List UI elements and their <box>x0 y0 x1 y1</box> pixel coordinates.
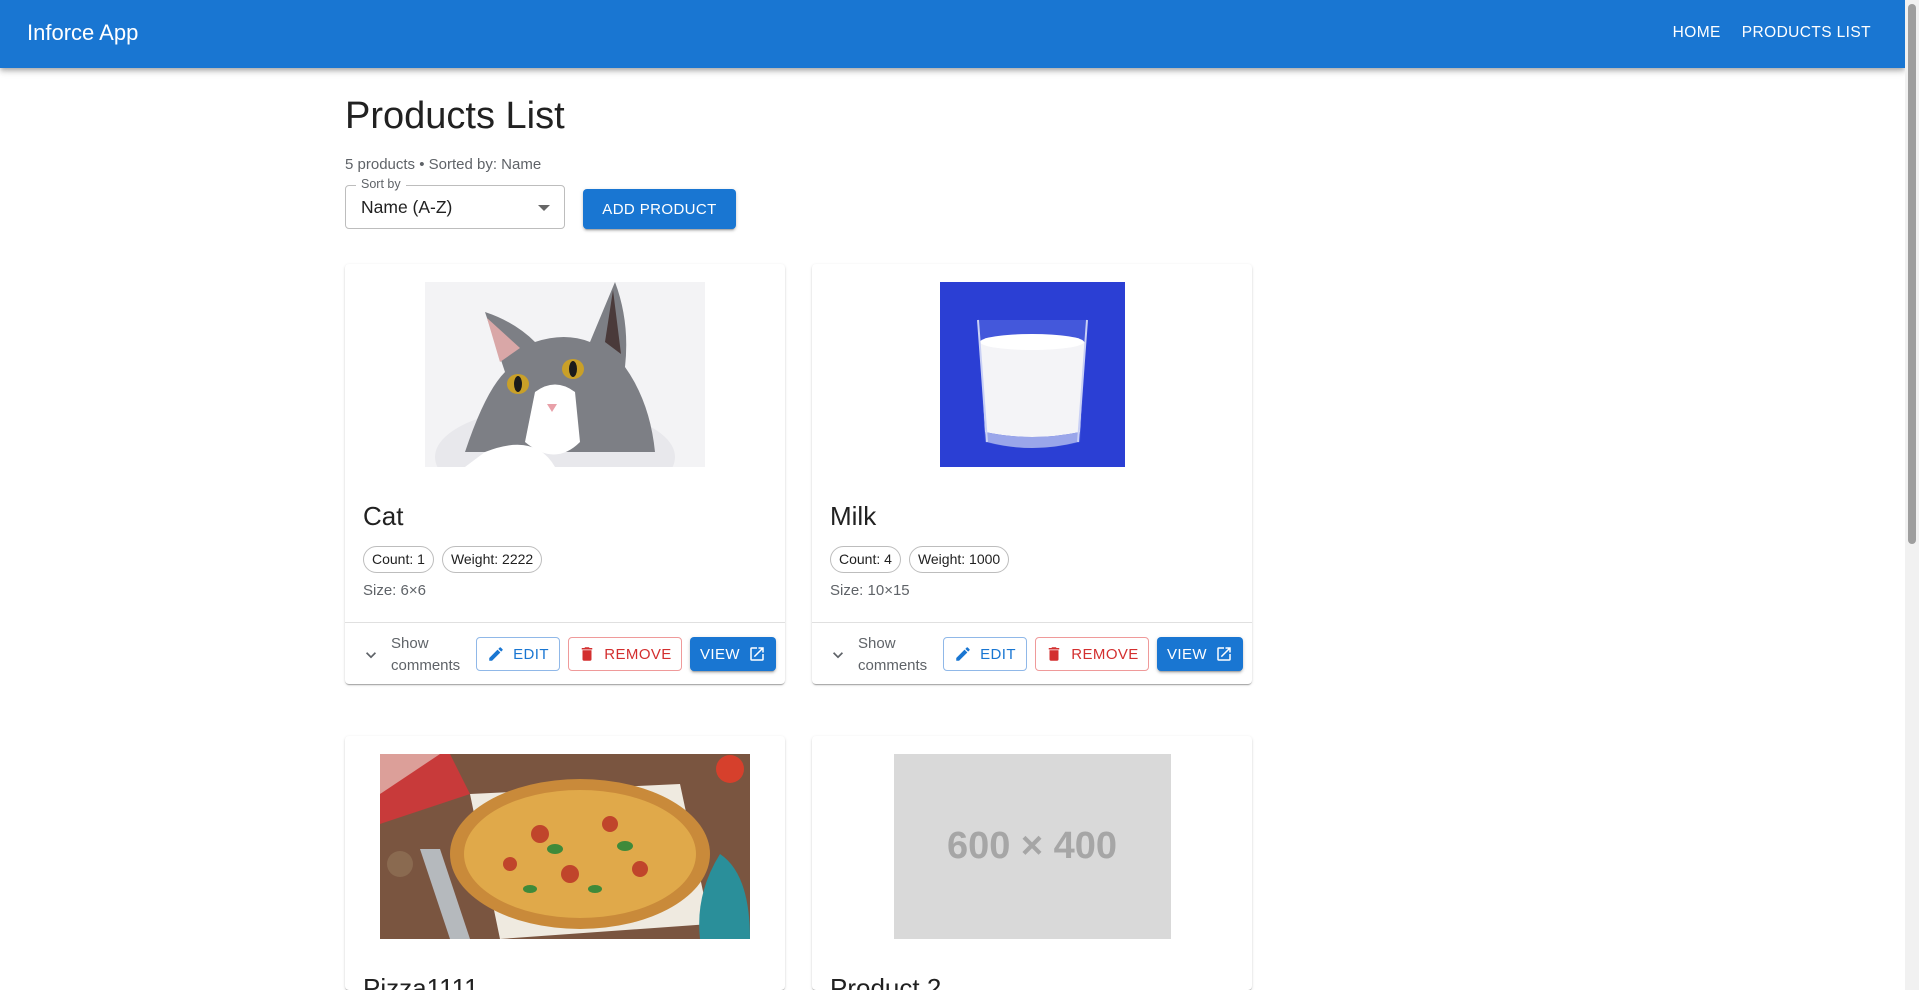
pizza-photo <box>380 754 750 939</box>
sort-value: Name (A-Z) <box>361 197 453 217</box>
app-title[interactable]: Inforce App <box>27 20 138 46</box>
view-label: VIEW <box>1167 645 1207 663</box>
remove-button[interactable]: REMOVE <box>1035 637 1149 671</box>
product-card-milk: Milk Count: 4 Weight: 1000 Size: 10×15 S… <box>812 264 1252 684</box>
show-comments-label: Show comments <box>391 635 461 674</box>
remove-label: REMOVE <box>604 645 672 663</box>
remove-label: REMOVE <box>1071 645 1139 663</box>
sort-label: Sort by <box>356 177 406 191</box>
product-image <box>345 754 785 939</box>
edit-button[interactable]: EDIT <box>943 637 1027 671</box>
nav-home-link[interactable]: HOME <box>1673 24 1721 42</box>
cat-photo <box>425 282 705 467</box>
product-name: Cat <box>363 501 404 531</box>
show-comments-label: Show comments <box>858 635 928 674</box>
view-label: VIEW <box>700 645 740 663</box>
edit-label: EDIT <box>513 645 549 663</box>
page-title: Products List <box>345 95 565 137</box>
product-chips: Count: 4 Weight: 1000 <box>830 546 1010 573</box>
chevron-down-icon <box>366 652 376 659</box>
trash-icon <box>582 647 593 661</box>
pencil-icon <box>956 647 970 661</box>
product-card-cat: Cat Count: 1 Weight: 2222 Size: 6×6 Show… <box>345 264 785 684</box>
image-placeholder: 600 × 400 <box>893 754 1171 939</box>
pencil-icon <box>489 647 503 661</box>
sort-select[interactable]: Sort by Name (A-Z) <box>345 177 565 229</box>
show-comments-toggle[interactable]: Show comments <box>361 633 471 677</box>
scrollbar-thumb[interactable] <box>1908 4 1916 544</box>
count-chip: Count: 4 <box>830 546 901 573</box>
product-image <box>812 282 1252 467</box>
weight-chip: Weight: 2222 <box>441 546 543 573</box>
product-name: Milk <box>830 501 877 531</box>
open-in-new-icon <box>1217 647 1231 661</box>
nav-products-list-link[interactable]: PRODUCTS LIST <box>1742 24 1871 42</box>
card-actions: Show comments EDIT REMOVE VIEW <box>345 622 785 684</box>
products-summary: 5 products • Sorted by: Name <box>345 156 542 173</box>
chevron-down-icon <box>833 652 843 659</box>
show-comments-toggle[interactable]: Show comments <box>828 633 938 677</box>
page-scrollbar[interactable] <box>1905 0 1919 990</box>
product-chips: Count: 1 Weight: 2222 <box>363 546 543 573</box>
weight-chip: Weight: 1000 <box>908 546 1010 573</box>
view-button[interactable]: VIEW <box>1157 637 1243 671</box>
count-chip: Count: 1 <box>363 546 434 573</box>
view-button[interactable]: VIEW <box>690 637 776 671</box>
product-size: Size: 6×6 <box>363 582 426 599</box>
product-card-product-2: 600 × 400 Product 2 <box>812 736 1252 990</box>
product-name: Pizza1111 <box>363 973 479 990</box>
trash-icon <box>1049 647 1060 661</box>
product-image <box>345 282 785 467</box>
add-product-button[interactable]: ADD PRODUCT <box>583 189 736 229</box>
milk-glass-photo <box>939 282 1125 467</box>
edit-label: EDIT <box>980 645 1016 663</box>
edit-button[interactable]: EDIT <box>476 637 560 671</box>
product-size: Size: 10×15 <box>830 582 910 599</box>
open-in-new-icon <box>750 647 764 661</box>
card-actions: Show comments EDIT REMOVE VIEW <box>812 622 1252 684</box>
app-bar: Inforce App HOME PRODUCTS LIST <box>0 0 1905 68</box>
product-card-pizza: Pizza1111 <box>345 736 785 990</box>
remove-button[interactable]: REMOVE <box>568 637 682 671</box>
product-image: 600 × 400 <box>812 754 1252 939</box>
dropdown-arrow-icon <box>538 205 550 211</box>
product-name: Product 2 <box>830 973 942 990</box>
top-nav: HOME PRODUCTS LIST <box>1673 24 1871 42</box>
